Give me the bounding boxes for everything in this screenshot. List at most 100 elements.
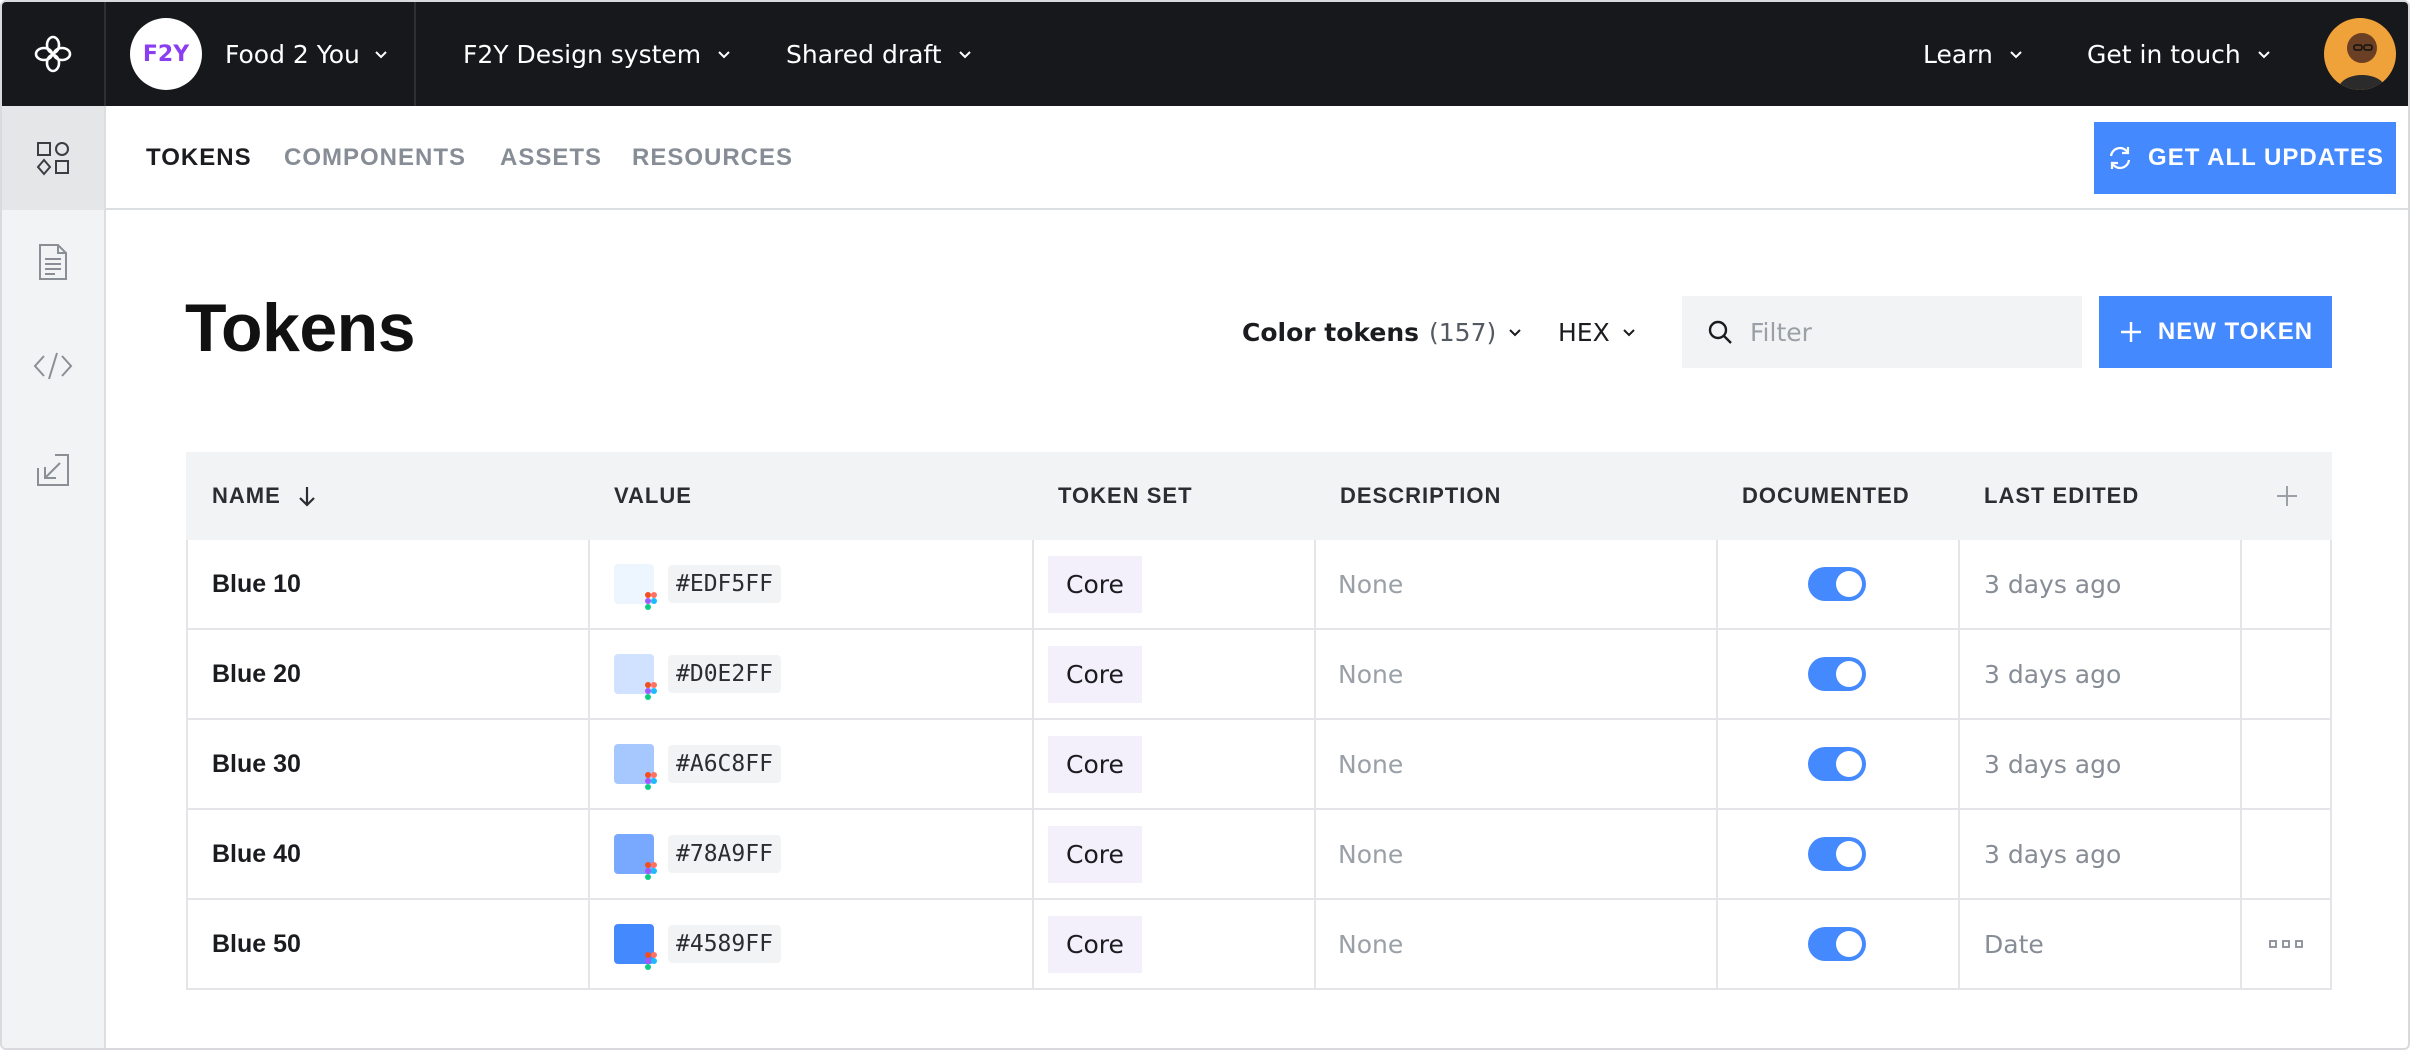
plus-icon bbox=[2120, 322, 2141, 342]
documented-toggle[interactable] bbox=[1808, 837, 1866, 871]
user-avatar[interactable] bbox=[2324, 18, 2396, 90]
color-swatch bbox=[614, 654, 657, 700]
design-system-dropdown[interactable]: F2Y Design system bbox=[463, 2, 733, 106]
import-icon bbox=[37, 454, 69, 486]
learn-dropdown[interactable]: Learn bbox=[1923, 2, 2025, 106]
tab-components[interactable]: COMPONENTS bbox=[284, 106, 466, 210]
color-swatch bbox=[614, 744, 657, 790]
token-name: Blue 50 bbox=[212, 929, 301, 958]
tab-assets[interactable]: ASSETS bbox=[500, 106, 602, 210]
token-name: Blue 40 bbox=[212, 839, 301, 868]
figma-icon bbox=[645, 952, 657, 970]
draft-label: Shared draft bbox=[786, 39, 942, 69]
chevron-down-icon bbox=[375, 51, 387, 59]
token-set: Core bbox=[1048, 900, 1142, 988]
token-set-badge: Core bbox=[1048, 825, 1142, 883]
token-type-label: Color tokens bbox=[1242, 317, 1420, 347]
chevron-down-icon bbox=[1623, 329, 1635, 337]
table-row[interactable]: Blue 50 #4589FF Core None Date bbox=[186, 900, 2332, 990]
token-set: Core bbox=[1048, 720, 1142, 808]
token-description: None bbox=[1338, 749, 1404, 779]
token-count: (157) bbox=[1429, 317, 1497, 347]
token-set: Core bbox=[1048, 810, 1142, 898]
documented-cell bbox=[1808, 540, 1866, 628]
table-row[interactable]: Blue 10 #EDF5FF Core None 3 days ago bbox=[186, 540, 2332, 630]
token-description: None bbox=[1338, 569, 1404, 599]
token-set: Core bbox=[1048, 540, 1142, 628]
documented-toggle[interactable] bbox=[1808, 657, 1866, 691]
table-row[interactable]: Blue 20 #D0E2FF Core None 3 days ago bbox=[186, 630, 2332, 720]
filter-input[interactable] bbox=[1750, 317, 2070, 347]
last-edited: Date bbox=[1984, 929, 2044, 959]
token-set: Core bbox=[1048, 630, 1142, 718]
section-tabs: TOKENS COMPONENTS ASSETS RESOURCES bbox=[106, 106, 2408, 210]
app-window: F2Y Food 2 You F2Y Design system Shared … bbox=[0, 0, 2410, 1050]
table-row[interactable]: Blue 40 #78A9FF Core None 3 days ago bbox=[186, 810, 2332, 900]
documented-toggle[interactable] bbox=[1808, 747, 1866, 781]
column-header-token-set: TOKEN SET bbox=[1058, 483, 1193, 508]
contact-label: Get in touch bbox=[2087, 39, 2241, 69]
documented-cell bbox=[1808, 900, 1866, 988]
refresh-icon bbox=[2109, 146, 2131, 170]
token-set-badge: Core bbox=[1048, 555, 1142, 613]
search-icon bbox=[1708, 320, 1732, 344]
last-edited: 3 days ago bbox=[1984, 659, 2122, 689]
color-swatch bbox=[614, 924, 657, 970]
tab-tokens[interactable]: TOKENS bbox=[146, 106, 252, 210]
get-all-updates-label: GET ALL UPDATES bbox=[2148, 144, 2384, 171]
token-value: #4589FF bbox=[614, 900, 781, 988]
column-header-name[interactable]: NAME bbox=[212, 452, 319, 540]
documented-toggle[interactable] bbox=[1808, 567, 1866, 601]
app-logo[interactable] bbox=[2, 2, 106, 106]
document-icon bbox=[39, 244, 67, 280]
token-set-badge: Core bbox=[1048, 735, 1142, 793]
table-row[interactable]: Blue 30 #A6C8FF Core None 3 days ago bbox=[186, 720, 2332, 810]
documented-cell bbox=[1808, 720, 1866, 808]
sidebar-item-import[interactable] bbox=[2, 418, 104, 522]
sidebar-item-documentation[interactable] bbox=[2, 210, 104, 314]
sidebar-item-code[interactable] bbox=[2, 314, 104, 418]
contact-dropdown[interactable]: Get in touch bbox=[2087, 2, 2273, 106]
brand-badge: F2Y bbox=[130, 18, 202, 90]
learn-label: Learn bbox=[1923, 39, 1993, 69]
draft-dropdown[interactable]: Shared draft bbox=[786, 2, 974, 106]
sidebar-item-components[interactable] bbox=[2, 106, 104, 210]
column-header-documented: DOCUMENTED bbox=[1742, 483, 1910, 508]
new-token-button[interactable]: NEW TOKEN bbox=[2099, 296, 2332, 368]
figma-icon bbox=[645, 682, 657, 700]
top-bar: F2Y Food 2 You F2Y Design system Shared … bbox=[2, 2, 2408, 106]
last-edited: 3 days ago bbox=[1984, 569, 2122, 599]
tab-resources[interactable]: RESOURCES bbox=[632, 106, 793, 210]
tokens-table: NAME VALUE TOKEN SET DESCRIPTION DOCUMEN… bbox=[186, 452, 2332, 990]
documented-cell bbox=[1808, 630, 1866, 718]
row-more-button[interactable] bbox=[2268, 900, 2304, 988]
brand-switcher[interactable]: F2Y Food 2 You bbox=[106, 2, 416, 106]
table-header: NAME VALUE TOKEN SET DESCRIPTION DOCUMEN… bbox=[186, 452, 2332, 540]
token-description: None bbox=[1338, 839, 1404, 869]
token-name: Blue 20 bbox=[212, 659, 301, 688]
format-dropdown[interactable]: HEX bbox=[1558, 296, 1638, 368]
token-name: Blue 10 bbox=[212, 569, 301, 598]
token-name: Blue 30 bbox=[212, 749, 301, 778]
figma-icon bbox=[645, 772, 657, 790]
column-header-description: DESCRIPTION bbox=[1340, 483, 1502, 508]
token-set-badge: Core bbox=[1048, 645, 1142, 703]
plus-icon bbox=[2277, 486, 2297, 506]
code-icon bbox=[33, 352, 73, 380]
hex-value: #A6C8FF bbox=[668, 745, 781, 783]
new-token-label: NEW TOKEN bbox=[2157, 318, 2314, 345]
chevron-down-icon bbox=[958, 51, 971, 59]
hex-value: #4589FF bbox=[668, 925, 781, 963]
column-header-name-label: NAME bbox=[212, 483, 281, 508]
color-swatch bbox=[614, 564, 657, 610]
add-column-button[interactable] bbox=[2274, 452, 2300, 540]
components-icon bbox=[36, 142, 69, 176]
chevron-down-icon bbox=[718, 51, 730, 59]
documented-toggle[interactable] bbox=[1808, 927, 1866, 961]
token-type-dropdown[interactable]: Color tokens (157) bbox=[1242, 296, 1524, 368]
flower-logo-icon bbox=[34, 35, 72, 73]
column-header-value: VALUE bbox=[614, 483, 692, 508]
hex-value: #78A9FF bbox=[668, 835, 781, 873]
chevron-down-icon bbox=[2258, 51, 2270, 59]
get-all-updates-button[interactable]: GET ALL UPDATES bbox=[2094, 122, 2396, 194]
